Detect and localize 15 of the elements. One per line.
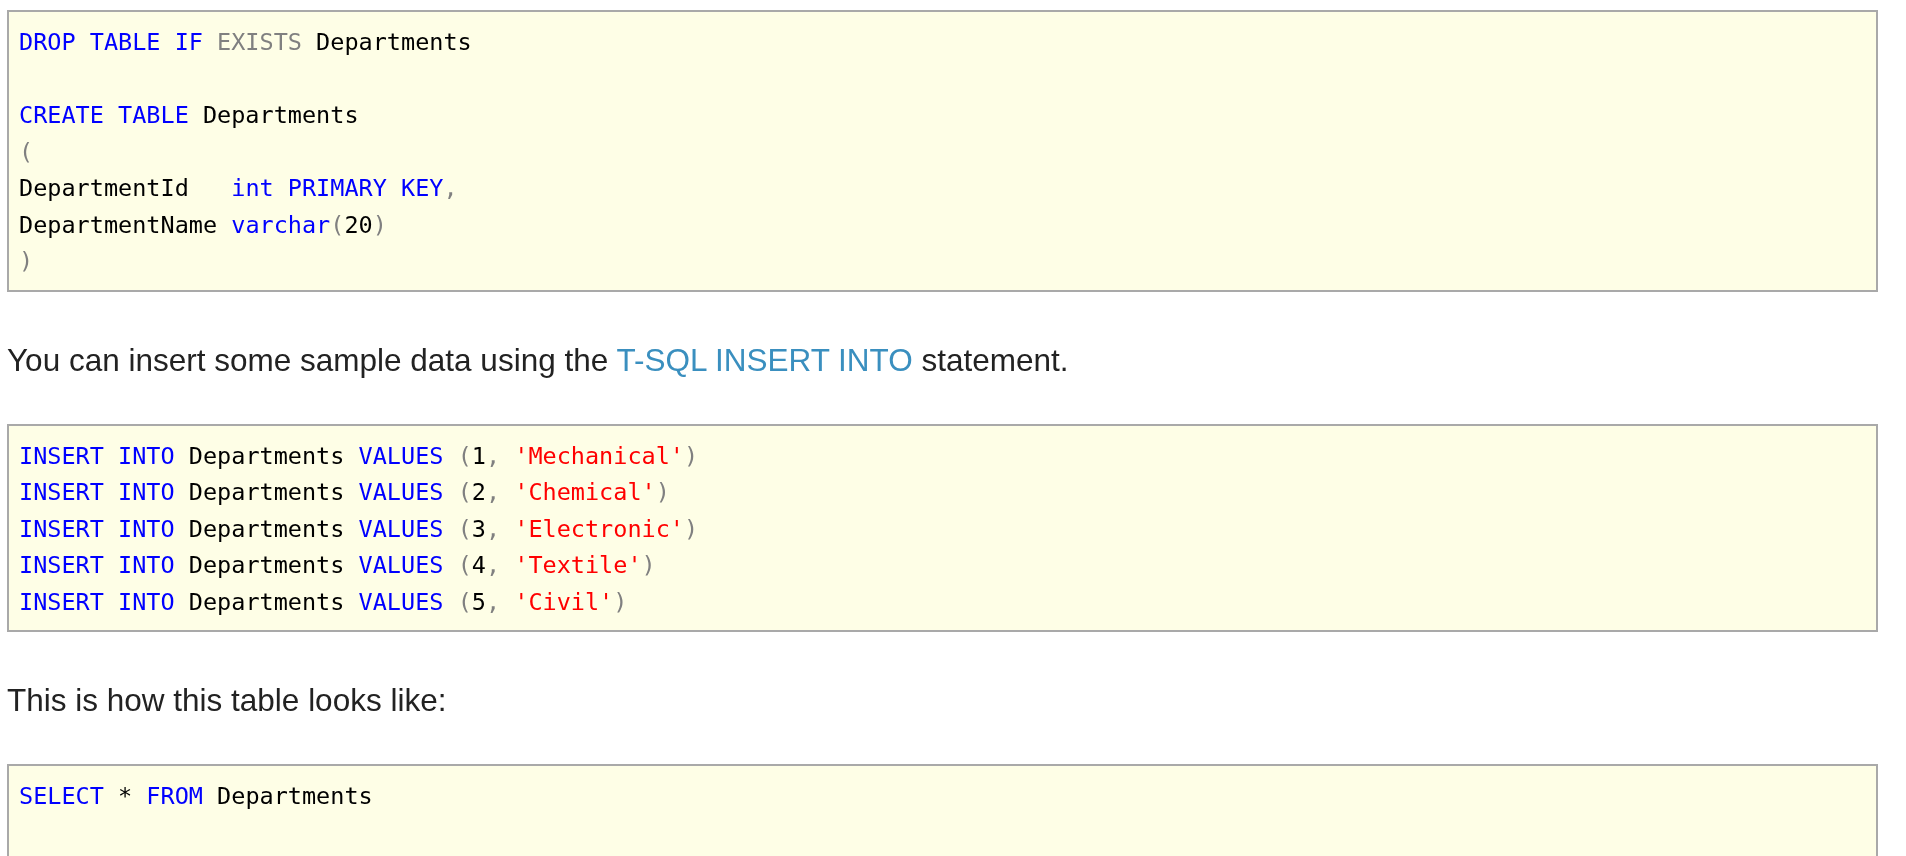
code-line: DepartmentName varchar(20) <box>19 209 388 241</box>
code-line: INSERT INTO Departments VALUES (3, 'Electronic') <box>19 513 700 545</box>
paragraph: This is how this table looks like: <box>7 681 448 720</box>
code-line: SELECT * FROM Departments <box>19 781 374 812</box>
code-line: ( <box>19 136 35 168</box>
code-line: DROP TABLE IF EXISTS Departments <box>19 27 473 58</box>
code-line: INSERT INTO Departments VALUES (1, 'Mechanical') <box>19 440 700 472</box>
paragraph: You can insert some sample data using the T-SQL INSERT INTO statement. <box>7 340 1070 380</box>
link[interactable]: T-SQL INSERT INTO <box>616 341 913 378</box>
code-line: INSERT INTO Departments VALUES (5, 'Civil') <box>19 586 629 618</box>
code-line: DepartmentId int PRIMARY KEY, <box>19 173 459 204</box>
code-line: INSERT INTO Departments VALUES (4, 'Textile') <box>19 550 657 581</box>
code-line: CREATE TABLE Departments <box>19 100 360 131</box>
code-line: INSERT INTO Departments VALUES (2, 'Chemical') <box>19 477 671 508</box>
code-line: ) <box>19 246 35 277</box>
